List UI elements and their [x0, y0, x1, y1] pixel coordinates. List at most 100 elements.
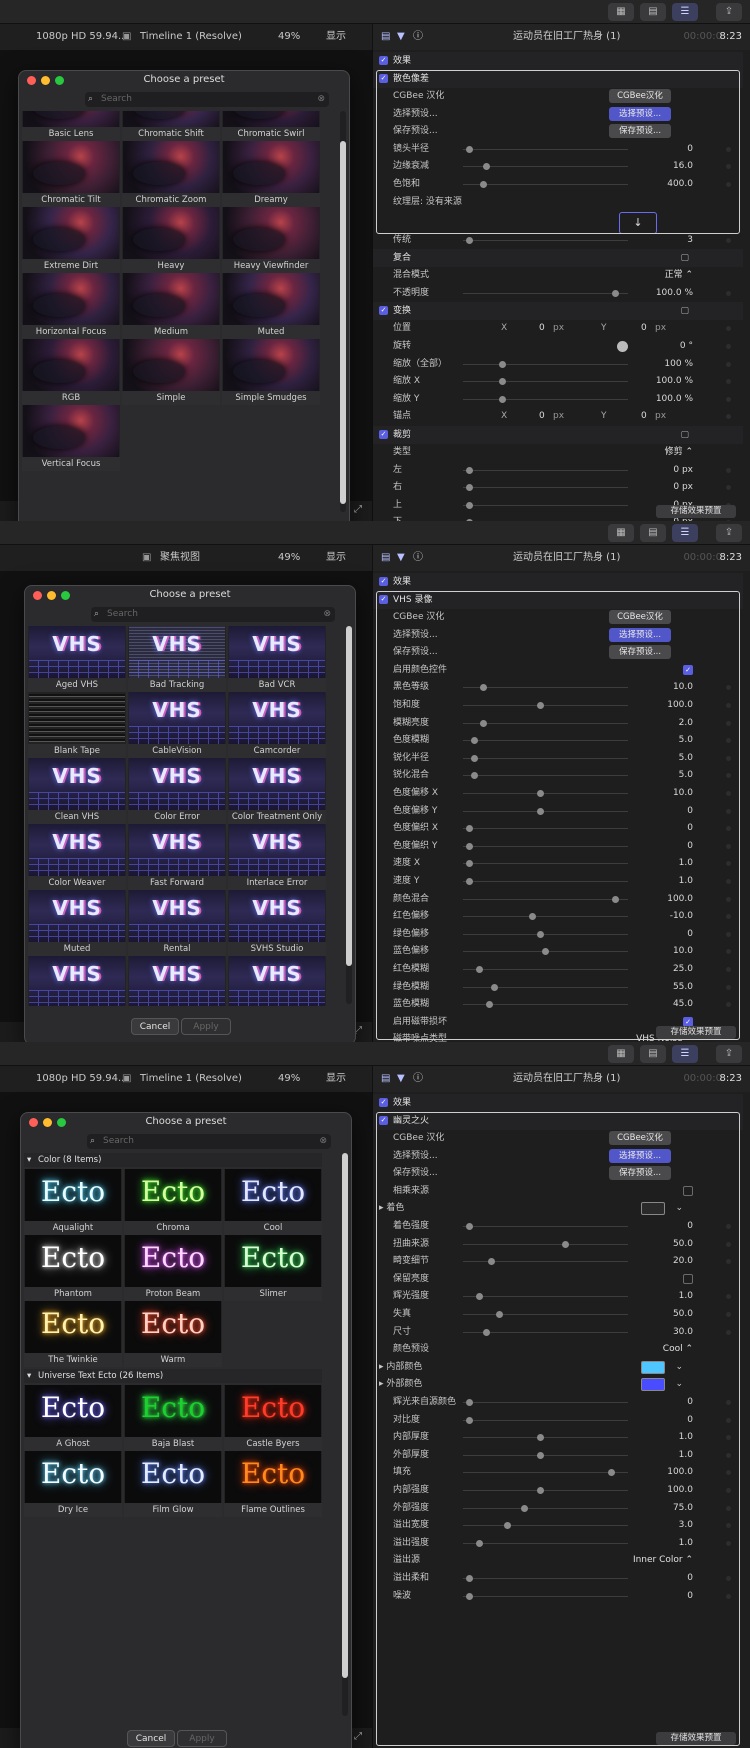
film-icon[interactable]: ▤	[381, 1066, 390, 1092]
preset-item[interactable]: VHS Interlace Error	[228, 824, 326, 890]
section-enable-checkbox[interactable]: ✓	[379, 306, 388, 316]
preset-item[interactable]: Extreme Dirt	[22, 207, 120, 273]
filter-icon[interactable]: ▼	[397, 24, 405, 50]
info-icon[interactable]: ⓘ	[413, 1066, 423, 1092]
param-popup[interactable]: 正常 ⌃	[665, 267, 693, 284]
info-icon[interactable]: ⓘ	[413, 24, 423, 50]
share-icon[interactable]: ⇪	[716, 3, 742, 21]
section-header[interactable]: ✓ 效果	[373, 573, 743, 591]
keyframe-button[interactable]	[726, 379, 731, 385]
param-value[interactable]: 100 %	[664, 356, 693, 373]
clear-search-icon[interactable]: ⊗	[323, 607, 331, 622]
slider-track[interactable]	[463, 381, 628, 383]
slider-track[interactable]	[463, 504, 628, 506]
preset-group-header[interactable]: ▾ Color (8 Items)	[24, 1153, 322, 1167]
sliders-icon[interactable]: ☰	[672, 1045, 698, 1063]
preset-item[interactable]: Dreamy	[222, 141, 320, 207]
preset-item[interactable]: Horizontal Focus	[22, 273, 120, 339]
preset-item[interactable]: VHS Rental	[128, 890, 226, 956]
preset-item[interactable]: Medium	[122, 273, 220, 339]
preset-item[interactable]: Ecto Phantom	[24, 1235, 122, 1301]
save-effects-preset-button[interactable]: 存储效果预置	[656, 1026, 736, 1039]
preset-item[interactable]: RGB	[22, 339, 120, 405]
fullscreen-icon[interactable]: ⤢	[354, 1731, 362, 1742]
preset-item[interactable]: Chromatic Swirl	[222, 111, 320, 141]
section-header[interactable]: ✓ 效果	[373, 1094, 743, 1112]
param-value[interactable]: 100.0 %	[656, 373, 693, 390]
preset-item[interactable]: Ecto A Ghost	[24, 1385, 122, 1451]
share-icon[interactable]: ⇪	[716, 524, 742, 542]
scroll-thumb[interactable]	[342, 1153, 348, 1678]
slider-track[interactable]	[463, 363, 628, 365]
sliders-icon[interactable]: ☰	[672, 524, 698, 542]
preset-item[interactable]: Heavy Viewfinder	[222, 207, 320, 273]
slider-knob[interactable]	[466, 466, 474, 474]
slider-track[interactable]	[463, 487, 628, 489]
preset-item[interactable]: Muted	[222, 273, 320, 339]
preset-item[interactable]: Ecto Castle Byers	[224, 1385, 322, 1451]
preset-item[interactable]: VHS Camcorder	[228, 692, 326, 758]
param-value[interactable]: 3	[687, 232, 693, 249]
search-input[interactable]: ⌕ Search ⊗	[85, 92, 329, 107]
preset-item[interactable]: VHS	[228, 956, 326, 1006]
preset-item[interactable]: VHS Bad Tracking	[128, 626, 226, 692]
slider-track[interactable]	[463, 398, 628, 400]
preset-item[interactable]: Chromatic Zoom	[122, 141, 220, 207]
preset-item[interactable]: Blank Tape	[28, 692, 126, 758]
param-value[interactable]: 0 px	[673, 462, 693, 479]
param-value[interactable]: 100.0 %	[656, 285, 693, 302]
preset-group-header[interactable]: ▾ Universe Text Ecto (26 Items)	[24, 1369, 322, 1383]
param-value[interactable]: 0 °	[680, 338, 693, 355]
sliders-icon[interactable]: ☰	[672, 3, 698, 21]
rotation-dial[interactable]	[617, 341, 628, 352]
clear-search-icon[interactable]: ⊗	[317, 92, 325, 107]
section-header[interactable]: ✓ 效果	[373, 52, 743, 70]
zoom-level[interactable]: 49%	[278, 24, 300, 50]
zoom-level[interactable]: 49%	[278, 1066, 300, 1092]
preset-item[interactable]: Ecto Warm	[124, 1301, 222, 1367]
preset-item[interactable]: Ecto Slimer	[224, 1235, 322, 1301]
preset-item[interactable]: VHS Aged VHS	[28, 626, 126, 692]
y-value[interactable]: 0	[641, 320, 647, 337]
zoom-level[interactable]: 49%	[278, 545, 300, 571]
preset-item[interactable]: Ecto Aqualight	[24, 1169, 122, 1235]
preset-item[interactable]: VHS Color Treatment Only	[228, 758, 326, 824]
slider-knob[interactable]	[499, 395, 507, 403]
keyframe-button[interactable]	[726, 414, 731, 420]
preset-item[interactable]: VHS Clean VHS	[28, 758, 126, 824]
grid-icon[interactable]: ▦	[608, 1045, 634, 1063]
clear-search-icon[interactable]: ⊗	[319, 1134, 327, 1149]
slider-knob[interactable]	[466, 236, 474, 244]
film-icon[interactable]: ▤	[381, 545, 390, 571]
preset-item[interactable]: Ecto Flame Outlines	[224, 1451, 322, 1517]
slider-track[interactable]	[463, 239, 628, 241]
param-popup[interactable]: 修剪 ⌃	[665, 444, 693, 461]
keyframe-button[interactable]	[726, 326, 731, 332]
preset-item[interactable]: VHS CableVision	[128, 692, 226, 758]
param-value[interactable]: 0 px	[673, 479, 693, 496]
preset-item[interactable]: Ecto Proton Beam	[124, 1235, 222, 1301]
preset-item[interactable]: Simple Smudges	[222, 339, 320, 405]
slider-knob[interactable]	[499, 378, 507, 386]
filmstrip-icon[interactable]: ▤	[640, 3, 666, 21]
preset-item[interactable]: Ecto Chroma	[124, 1169, 222, 1235]
section-enable-checkbox[interactable]: ✓	[379, 430, 388, 439]
preset-item[interactable]: VHS	[28, 956, 126, 1006]
grid-icon[interactable]: ▦	[608, 3, 634, 21]
search-input[interactable]: ⌕ Search ⊗	[91, 607, 335, 622]
preset-item[interactable]: Chromatic Shift	[122, 111, 220, 141]
keyframe-button[interactable]	[726, 237, 731, 243]
keyframe-button[interactable]	[726, 361, 731, 367]
filmstrip-icon[interactable]: ▤	[640, 524, 666, 542]
preset-item[interactable]: VHS	[128, 956, 226, 1006]
film-icon[interactable]: ▤	[381, 24, 390, 50]
preset-item[interactable]: VHS SVHS Studio	[228, 890, 326, 956]
info-icon[interactable]: ⓘ	[413, 545, 423, 571]
preset-item[interactable]: VHS Color Error	[128, 758, 226, 824]
preset-item[interactable]: Basic Lens	[22, 111, 120, 141]
preset-scrollbar[interactable]	[342, 1153, 348, 1716]
scroll-thumb[interactable]	[340, 141, 346, 504]
timeline-name[interactable]: 聚焦视图	[160, 545, 200, 571]
param-value[interactable]: 100.0 %	[656, 391, 693, 408]
save-effects-preset-button[interactable]: 存储效果预置	[656, 505, 736, 518]
